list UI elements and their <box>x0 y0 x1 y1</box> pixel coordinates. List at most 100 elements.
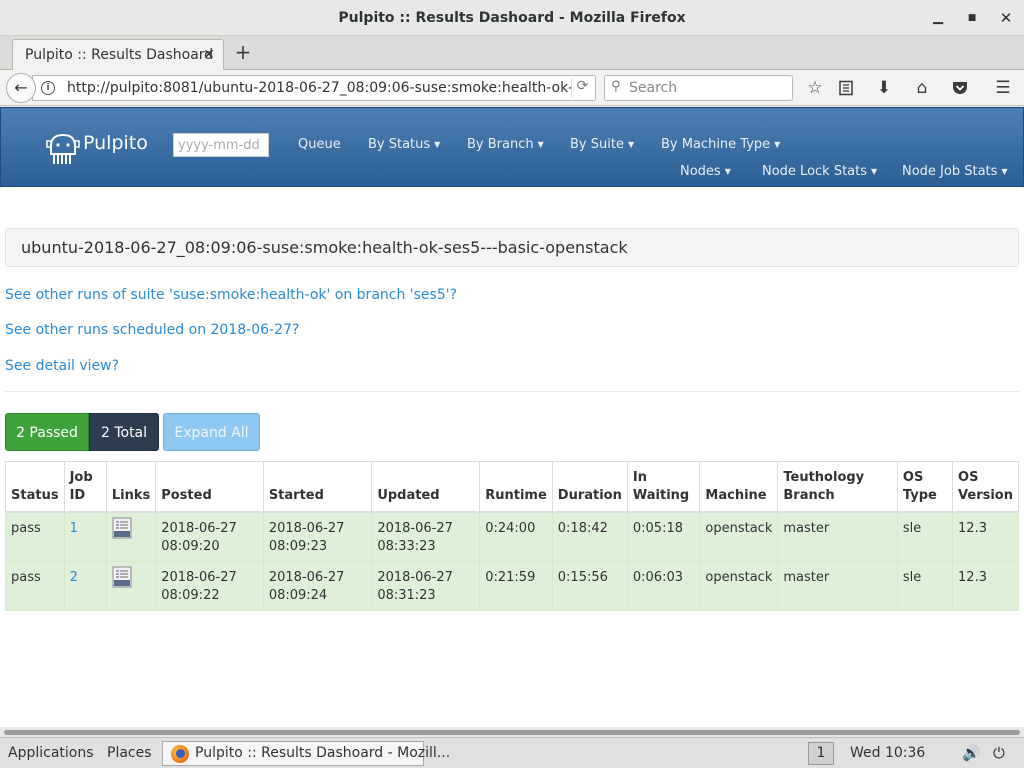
nav-nodes[interactable]: Nodes ▼ <box>680 164 731 179</box>
col-duration[interactable]: Duration <box>551 461 628 513</box>
nav-node-lock-stats[interactable]: Node Lock Stats ▼ <box>762 164 877 179</box>
back-icon[interactable]: ← <box>6 73 36 103</box>
taskbar: Applications Places Pulpito :: Results D… <box>0 737 1024 768</box>
browser-tab[interactable]: Pulpito :: Results Dashoard ✕ <box>12 39 224 70</box>
col-in-waiting[interactable]: In Waiting <box>626 461 701 513</box>
cell-branch: master <box>777 511 898 562</box>
new-tab-icon[interactable]: + <box>232 41 254 63</box>
places-menu[interactable]: Places <box>107 745 152 761</box>
log-file-icon[interactable] <box>112 566 132 588</box>
date-runs-link[interactable]: See other runs scheduled on 2018-06-27? <box>5 322 299 338</box>
cell-os-version: 12.3 <box>952 511 1019 562</box>
url-bar[interactable]: i http://pulpito:8081/ubuntu-2018-06-27_… <box>32 75 596 101</box>
info-icon[interactable]: i <box>41 81 55 95</box>
site-navbar: Pulpito Queue By Status▼ By Branch▼ By S… <box>0 107 1024 187</box>
updated-time: 08:31:23 <box>377 587 436 603</box>
nav-by-branch[interactable]: By Branch ▼ <box>467 137 544 152</box>
suite-runs-link[interactable]: See other runs of suite 'suse:smoke:heal… <box>5 287 457 303</box>
col-updated-label: Updated <box>377 487 440 503</box>
job-id-link[interactable]: 1 <box>63 511 107 562</box>
cell-os-type: sle <box>896 511 954 562</box>
col-posted-label: Posted <box>161 487 212 503</box>
nav-node-job-stats-label: Node Job Stats <box>902 164 998 179</box>
nav-by-machine-type[interactable]: By Machine Type ▼ <box>661 137 780 152</box>
updated-date: 2018-06-27 <box>377 520 453 536</box>
col-machine-label: Machine <box>705 487 767 503</box>
window-title: Pulpito :: Results Dashoard - Mozilla Fi… <box>338 10 686 26</box>
nav-nodes-label: Nodes <box>680 164 721 179</box>
cell-started: 2018-06-27 08:09:23 <box>262 511 373 562</box>
close-tab-icon[interactable]: ✕ <box>203 47 215 63</box>
total-count-button[interactable]: 2 Total <box>89 413 159 451</box>
passed-count-button[interactable]: 2 Passed <box>5 413 89 451</box>
col-updated[interactable]: Updated <box>371 461 481 513</box>
cell-status: pass <box>5 560 65 611</box>
minimize-icon[interactable]: ▁ <box>928 8 948 28</box>
volume-icon[interactable]: 🔊 <box>962 744 981 762</box>
started-time: 08:09:23 <box>268 538 328 554</box>
caret-down-icon: ▼ <box>537 140 544 149</box>
caret-down-icon: ▼ <box>1001 167 1008 176</box>
search-input[interactable] <box>629 78 789 98</box>
table-header-row: Status Job ID Links Posted Started Update… <box>5 461 1019 513</box>
cell-machine: openstack <box>699 511 779 562</box>
cell-runtime: 0:21:59 <box>479 560 553 611</box>
bookmark-star-icon[interactable]: ☆ <box>804 77 826 99</box>
tab-label: Pulpito :: Results Dashoard <box>25 47 214 63</box>
detail-view-link[interactable]: See detail view? <box>5 358 119 374</box>
expand-all-button[interactable]: Expand All <box>163 413 260 451</box>
col-machine[interactable]: Machine <box>699 461 779 513</box>
nav-by-suite[interactable]: By Suite ▼ <box>570 137 634 152</box>
run-name: ubuntu-2018-06-27_08:09:06-suse:smoke:he… <box>21 238 628 257</box>
col-posted[interactable]: Posted <box>155 461 264 513</box>
scrollbar-thumb[interactable] <box>4 730 1020 735</box>
download-icon[interactable]: ⬇ <box>873 77 895 99</box>
nav-node-job-stats[interactable]: Node Job Stats ▼ <box>902 164 1008 179</box>
menu-icon[interactable]: ☰ <box>992 77 1014 99</box>
maximize-icon[interactable]: ■ <box>962 8 982 28</box>
cell-os-version: 12.3 <box>952 560 1019 611</box>
url-text[interactable]: http://pulpito:8081/ubuntu-2018-06-27_08… <box>67 80 571 96</box>
col-teuthology-label-2: Branch <box>783 487 835 503</box>
updated-date: 2018-06-27 <box>377 569 453 585</box>
workspace-indicator[interactable]: 1 <box>808 742 834 765</box>
col-links[interactable]: Links <box>105 461 157 513</box>
applications-menu[interactable]: Applications <box>8 745 94 761</box>
nav-by-status[interactable]: By Status ▼ <box>368 137 440 152</box>
pulpito-logo-icon[interactable] <box>43 132 83 166</box>
power-icon[interactable]: ⏻ <box>993 744 1005 762</box>
col-os-version[interactable]: OS Version <box>952 461 1019 513</box>
started-date: 2018-06-27 <box>268 520 345 536</box>
nav-queue[interactable]: Queue <box>298 137 341 152</box>
col-links-label: Links <box>111 487 151 503</box>
date-input[interactable] <box>173 133 269 157</box>
cell-posted: 2018-06-27 08:09:20 <box>155 511 264 562</box>
taskbar-window-button[interactable]: Pulpito :: Results Dashoard - Mozill... <box>162 741 450 766</box>
nav-by-status-label: By Status <box>368 137 431 152</box>
site-brand[interactable]: Pulpito <box>83 132 148 154</box>
col-runtime[interactable]: Runtime <box>479 461 553 513</box>
nav-by-suite-label: By Suite <box>570 137 624 152</box>
search-bar[interactable]: ⚲ <box>604 75 793 101</box>
home-icon[interactable]: ⌂ <box>911 77 933 99</box>
close-window-icon[interactable]: ✕ <box>996 8 1016 28</box>
col-teuthology-branch[interactable]: Teuthology Branch <box>777 461 898 513</box>
col-status[interactable]: Status <box>5 461 65 513</box>
cell-runtime: 0:24:00 <box>479 511 553 562</box>
browser-navbar: i http://pulpito:8081/ubuntu-2018-06-27_… <box>0 70 1024 106</box>
col-job-id-label-2: ID <box>69 487 86 503</box>
cell-started: 2018-06-27 08:09:24 <box>262 560 373 611</box>
log-file-icon[interactable] <box>112 517 132 539</box>
col-started[interactable]: Started <box>262 461 373 513</box>
nav-by-machine-type-label: By Machine Type <box>661 137 771 152</box>
col-os-type[interactable]: OS Type <box>896 461 954 513</box>
clock[interactable]: Wed 10:36 <box>850 745 925 761</box>
col-status-label: Status <box>11 487 59 503</box>
pocket-icon[interactable] <box>949 77 971 99</box>
reading-list-icon[interactable] <box>835 77 857 99</box>
col-job-id[interactable]: Job ID <box>63 461 107 513</box>
reload-icon[interactable]: ⟳ <box>571 78 593 98</box>
job-id-link[interactable]: 2 <box>63 560 107 611</box>
firefox-icon <box>171 745 189 763</box>
horizontal-scrollbar[interactable] <box>0 727 1024 737</box>
